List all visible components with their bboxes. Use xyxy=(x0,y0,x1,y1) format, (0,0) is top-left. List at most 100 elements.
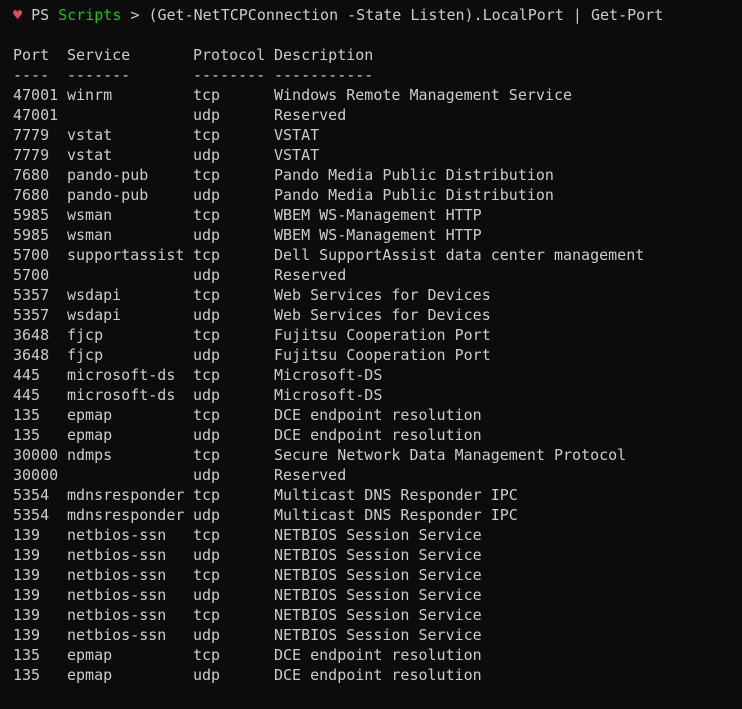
table-row: 135 epmap tcp DCE endpoint resolution xyxy=(13,645,742,665)
cell-description: Web Services for Devices xyxy=(274,286,491,304)
cell-description: NETBIOS Session Service xyxy=(274,526,482,544)
cell-protocol: tcp xyxy=(193,326,221,344)
table-row: 5985 wsman udp WBEM WS-Management HTTP xyxy=(13,225,742,245)
cell-port: 7680 xyxy=(13,186,50,204)
cell-port: 30000 xyxy=(13,446,59,464)
prompt-ps-label: PS xyxy=(31,6,50,24)
table-header: Port Service Protocol Description xyxy=(13,45,742,65)
cell-protocol: udp xyxy=(193,346,221,364)
cell-port: 139 xyxy=(13,546,41,564)
cell-port: 139 xyxy=(13,586,41,604)
cell-service: vstat xyxy=(67,126,113,144)
table-separator: ---- ------- -------- ----------- xyxy=(13,65,742,85)
cell-description: Reserved xyxy=(274,266,347,284)
cell-service: wsdapi xyxy=(67,306,122,324)
cell-description: WBEM WS-Management HTTP xyxy=(274,226,482,244)
cell-protocol: udp xyxy=(193,226,221,244)
table-row: 5354 mdnsresponder udp Multicast DNS Respon… xyxy=(13,505,742,525)
heart-icon: ♥ xyxy=(13,6,23,24)
cell-description: VSTAT xyxy=(274,146,320,164)
cell-port: 135 xyxy=(13,406,41,424)
header-service: Service xyxy=(67,46,131,64)
cell-port: 135 xyxy=(13,426,41,444)
cell-description: Pando Media Public Distribution xyxy=(274,186,554,204)
cell-port: 5357 xyxy=(13,286,50,304)
cell-service: ndmps xyxy=(67,446,113,464)
header-description: Description xyxy=(274,46,374,64)
cell-service: winrm xyxy=(67,86,113,104)
table-row: 5700 supportassist tcp Dell SupportAssist d… xyxy=(13,245,742,265)
table-row: 139 netbios-ssn tcp NETBIOS Session Service xyxy=(13,605,742,625)
cell-service: netbios-ssn xyxy=(67,586,167,604)
cell-port: 135 xyxy=(13,646,41,664)
cell-protocol: tcp xyxy=(193,166,221,184)
cell-description: Dell SupportAssist data center managemen… xyxy=(274,246,645,264)
table-row: 7779 vstat tcp VSTAT xyxy=(13,125,742,145)
cell-port: 445 xyxy=(13,366,41,384)
cell-description: Secure Network Data Management Protocol xyxy=(274,446,627,464)
table-row: 5700 udp Reserved xyxy=(13,265,742,285)
cell-description: DCE endpoint resolution xyxy=(274,666,482,684)
table-row: 139 netbios-ssn tcp NETBIOS Session Service xyxy=(13,525,742,545)
cell-description: NETBIOS Session Service xyxy=(274,546,482,564)
cell-port: 5357 xyxy=(13,306,50,324)
cell-description: DCE endpoint resolution xyxy=(274,426,482,444)
cell-protocol: tcp xyxy=(193,566,221,584)
cell-port: 139 xyxy=(13,526,41,544)
table-row: 139 netbios-ssn udp NETBIOS Session Service xyxy=(13,625,742,645)
separator-description: ----------- xyxy=(274,66,374,84)
table-row: 7680 pando-pub udp Pando Media Public Distr… xyxy=(13,185,742,205)
cell-port: 47001 xyxy=(13,106,59,124)
table-row: 3648 fjcp tcp Fujitsu Cooperation Port xyxy=(13,325,742,345)
cell-protocol: udp xyxy=(193,266,221,284)
cell-port: 3648 xyxy=(13,346,50,364)
table-row: 5357 wsdapi tcp Web Services for Devices xyxy=(13,285,742,305)
cell-description: WBEM WS-Management HTTP xyxy=(274,206,482,224)
cell-protocol: tcp xyxy=(193,446,221,464)
table-row: 7779 vstat udp VSTAT xyxy=(13,145,742,165)
cell-port: 5700 xyxy=(13,246,50,264)
cell-port: 30000 xyxy=(13,466,59,484)
cell-protocol: udp xyxy=(193,386,221,404)
cell-service xyxy=(67,105,193,125)
cell-port: 139 xyxy=(13,626,41,644)
cell-port: 139 xyxy=(13,566,41,584)
cell-protocol: tcp xyxy=(193,486,221,504)
cell-protocol: udp xyxy=(193,426,221,444)
table-row: 139 netbios-ssn tcp NETBIOS Session Service xyxy=(13,565,742,585)
cell-service: netbios-ssn xyxy=(67,566,167,584)
cell-service xyxy=(67,265,193,285)
table-row: 47001 udp Reserved xyxy=(13,105,742,125)
cell-port: 7779 xyxy=(13,126,50,144)
cell-description: NETBIOS Session Service xyxy=(274,626,482,644)
table-row: 135 epmap udp DCE endpoint resolution xyxy=(13,665,742,685)
prompt-symbol: > xyxy=(130,6,140,24)
cell-service: mdnsresponder xyxy=(67,506,185,524)
cell-description: Fujitsu Cooperation Port xyxy=(274,326,491,344)
cell-protocol: tcp xyxy=(193,606,221,624)
table-row: 445 microsoft-ds tcp Microsoft-DS xyxy=(13,365,742,385)
cell-protocol: udp xyxy=(193,506,221,524)
cell-protocol: udp xyxy=(193,186,221,204)
header-port: Port xyxy=(13,46,50,64)
cell-service: epmap xyxy=(67,406,113,424)
cell-port: 7680 xyxy=(13,166,50,184)
cell-service: fjcp xyxy=(67,346,104,364)
command-text[interactable]: (Get-NetTCPConnection -State Listen).Loc… xyxy=(148,5,663,25)
table-row: 3648 fjcp udp Fujitsu Cooperation Port xyxy=(13,345,742,365)
cell-port: 5354 xyxy=(13,506,50,524)
cell-port: 47001 xyxy=(13,86,59,104)
cell-protocol: tcp xyxy=(193,526,221,544)
cell-description: NETBIOS Session Service xyxy=(274,566,482,584)
cell-protocol: udp xyxy=(193,626,221,644)
table-row: 5985 wsman tcp WBEM WS-Management HTTP xyxy=(13,205,742,225)
cell-description: Fujitsu Cooperation Port xyxy=(274,346,491,364)
cell-protocol: udp xyxy=(193,546,221,564)
cell-description: VSTAT xyxy=(274,126,320,144)
table-body: 47001 winrm tcp Windows Remote Management S… xyxy=(13,85,742,685)
table-row: 5357 wsdapi udp Web Services for Devices xyxy=(13,305,742,325)
terminal-window[interactable]: ♥ PS Scripts > (Get-NetTCPConnection -St… xyxy=(0,0,742,709)
cell-service: fjcp xyxy=(67,326,104,344)
table-row: 7680 pando-pub tcp Pando Media Public Distr… xyxy=(13,165,742,185)
